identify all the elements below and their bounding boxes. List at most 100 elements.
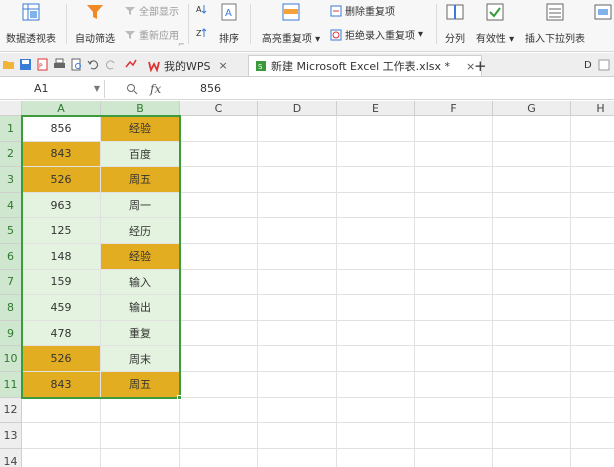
cell-c1[interactable] <box>180 116 258 142</box>
tab-excel-workbook[interactable]: S 新建 Microsoft Excel 工作表.xlsx * × <box>248 55 483 76</box>
redo-icon[interactable] <box>104 58 117 71</box>
cell-c11[interactable] <box>180 372 258 398</box>
cell-d7[interactable] <box>258 269 337 296</box>
row-header-8[interactable]: 8 <box>0 295 22 321</box>
cell-d4[interactable] <box>258 192 337 219</box>
cell-g10[interactable] <box>493 346 571 372</box>
cell-b10[interactable]: 周末 <box>101 346 180 372</box>
cell-e5[interactable] <box>337 218 415 244</box>
cell-g12[interactable] <box>493 397 571 424</box>
cell-b9[interactable]: 重复 <box>101 320 180 347</box>
row-header-1[interactable]: 1 <box>0 116 22 142</box>
cell-f2[interactable] <box>415 141 493 168</box>
row-header-10[interactable]: 10 <box>0 346 22 372</box>
cell-d14[interactable] <box>258 448 337 467</box>
cell-f1[interactable] <box>415 116 493 142</box>
cell-c3[interactable] <box>180 167 258 193</box>
cell-f8[interactable] <box>415 295 493 321</box>
cell-h5[interactable] <box>571 218 614 244</box>
cell-b14[interactable] <box>101 448 180 467</box>
cell-a13[interactable] <box>22 423 101 449</box>
cell-a11[interactable]: 843 <box>22 372 101 398</box>
cell-g1[interactable] <box>493 116 571 142</box>
cell-c4[interactable] <box>180 192 258 219</box>
new-tab-button[interactable]: + <box>468 55 493 76</box>
cell-a8[interactable]: 459 <box>22 295 101 321</box>
cell-h6[interactable] <box>571 244 614 270</box>
cell-h8[interactable] <box>571 295 614 321</box>
column-header-a[interactable]: A <box>22 101 101 116</box>
column-header-c[interactable]: C <box>180 101 258 116</box>
cell-b13[interactable] <box>101 423 180 449</box>
cell-d10[interactable] <box>258 346 337 372</box>
cell-d2[interactable] <box>258 141 337 168</box>
cell-h7[interactable] <box>571 270 614 296</box>
row-header-14[interactable]: 14 <box>0 448 22 467</box>
cell-b2[interactable]: 百度 <box>101 141 180 168</box>
customize-toolbar-icon[interactable] <box>124 58 137 71</box>
cell-e4[interactable] <box>337 192 415 219</box>
cell-e3[interactable] <box>337 167 415 193</box>
cell-c10[interactable] <box>180 346 258 372</box>
fill-handle[interactable] <box>177 394 182 400</box>
cell-e11[interactable] <box>337 372 415 398</box>
row-header-6[interactable]: 6 <box>0 244 22 270</box>
open-folder-icon[interactable] <box>2 58 15 71</box>
cell-g4[interactable] <box>493 192 571 219</box>
delete-duplicates-button[interactable]: 删除重复项 <box>330 3 395 18</box>
show-all-button[interactable]: 全部显示 <box>124 3 179 18</box>
cell-e7[interactable] <box>337 269 415 296</box>
cell-b11[interactable]: 周五 <box>101 372 180 398</box>
cell-f9[interactable] <box>415 320 493 347</box>
cell-g5[interactable] <box>493 218 571 244</box>
chevron-down-icon[interactable]: ▼ <box>94 80 100 98</box>
fx-icon[interactable]: fx <box>150 79 161 99</box>
sort-button[interactable]: A 排序 <box>214 2 244 45</box>
cell-g14[interactable] <box>493 448 571 467</box>
auto-filter-button[interactable]: 自动筛选 <box>70 2 120 45</box>
cell-h9[interactable] <box>571 321 614 347</box>
print-preview-icon[interactable] <box>70 58 83 71</box>
cell-h10[interactable] <box>571 346 614 372</box>
column-header-f[interactable]: F <box>415 101 493 116</box>
cell-f12[interactable] <box>415 397 493 424</box>
column-header-e[interactable]: E <box>337 101 415 116</box>
row-header-9[interactable]: 9 <box>0 320 22 347</box>
column-header-b[interactable]: B <box>101 101 180 116</box>
cell-b1[interactable]: 经验 <box>101 116 180 142</box>
cell-g11[interactable] <box>493 372 571 398</box>
cell-h4[interactable] <box>571 193 614 219</box>
cell-e14[interactable] <box>337 448 415 467</box>
row-header-11[interactable]: 11 <box>0 372 22 398</box>
cell-h14[interactable] <box>571 449 614 467</box>
cell-c13[interactable] <box>180 423 258 449</box>
split-column-button[interactable]: 分列 <box>440 2 470 45</box>
cell-a5[interactable]: 125 <box>22 218 101 244</box>
cell-d6[interactable] <box>258 244 337 270</box>
close-icon[interactable]: × <box>219 59 228 72</box>
tabbar-right-button[interactable]: D <box>578 55 598 76</box>
row-header-7[interactable]: 7 <box>0 269 22 296</box>
search-icon[interactable] <box>126 83 138 95</box>
undo-icon[interactable] <box>87 58 100 71</box>
cell-e13[interactable] <box>337 423 415 449</box>
tabbar-more-icon[interactable] <box>598 59 610 71</box>
sort-desc-button[interactable]: Z <box>196 27 211 39</box>
cell-g8[interactable] <box>493 295 571 321</box>
cell-f13[interactable] <box>415 423 493 449</box>
row-header-2[interactable]: 2 <box>0 141 22 168</box>
row-header-12[interactable]: 12 <box>0 397 22 424</box>
column-header-g[interactable]: G <box>493 101 571 116</box>
row-header-13[interactable]: 13 <box>0 423 22 449</box>
export-pdf-icon[interactable]: P <box>36 58 49 71</box>
cell-a9[interactable]: 478 <box>22 320 101 347</box>
name-box[interactable]: A1 ▼ <box>0 80 105 98</box>
cell-c2[interactable] <box>180 141 258 168</box>
cell-e2[interactable] <box>337 141 415 168</box>
cell-c9[interactable] <box>180 320 258 347</box>
cell-c6[interactable] <box>180 244 258 270</box>
cell-g2[interactable] <box>493 141 571 168</box>
cell-h11[interactable] <box>571 372 614 398</box>
cell-b3[interactable]: 周五 <box>101 167 180 193</box>
cell-a6[interactable]: 148 <box>22 244 101 270</box>
